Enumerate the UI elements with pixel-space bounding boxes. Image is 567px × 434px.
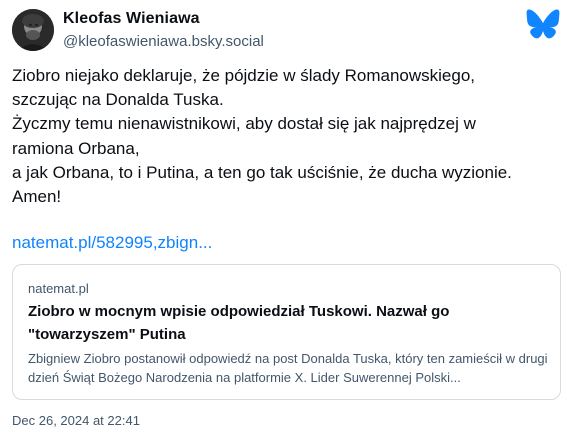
link-preview-title: Ziobro w mocnym wpisie odpowiedział Tusk… [28, 303, 450, 343]
avatar-photo-icon[interactable] [12, 9, 54, 51]
post-link[interactable]: natemat.pl/582995,zbign... [12, 233, 212, 253]
post-text: Ziobro niejako deklaruje, że pójdzie w ś… [12, 66, 512, 207]
author-handle[interactable]: @kleofaswieniawa.bsky.social [63, 33, 264, 50]
link-preview-card[interactable]: natemat.pl Ziobro w mocnym wpisie odpowi… [12, 264, 561, 400]
link-preview-domain: natemat.pl [28, 281, 89, 296]
post-card: Kleofas Wieniawa @kleofaswieniawa.bsky.s… [0, 0, 567, 434]
link-preview-description: Zbigniew Ziobro postanowił odpowiedź na … [28, 351, 548, 385]
bluesky-butterfly-icon[interactable] [526, 9, 560, 39]
post-timestamp[interactable]: Dec 26, 2024 at 22:41 [12, 413, 140, 428]
author-name[interactable]: Kleofas Wieniawa [63, 10, 200, 28]
